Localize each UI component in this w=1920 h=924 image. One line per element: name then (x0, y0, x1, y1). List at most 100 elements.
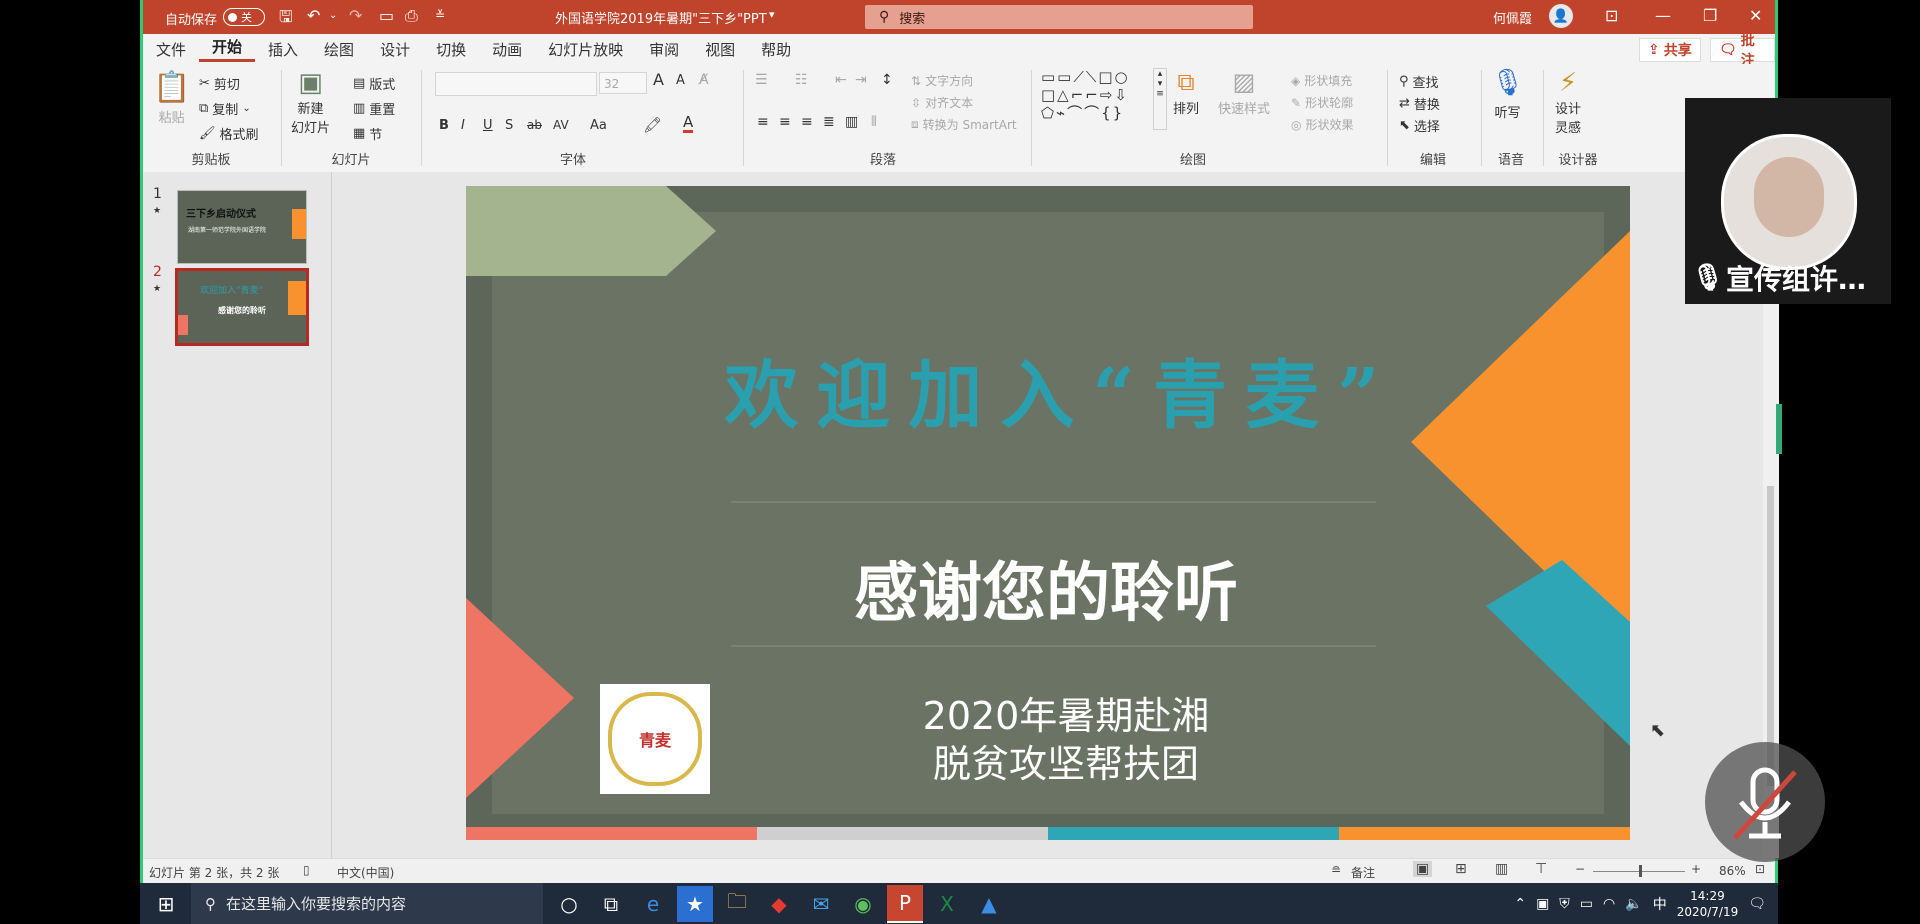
zoom-slider-thumb[interactable] (1639, 865, 1642, 877)
new-slide-button[interactable]: ▣ 新建 幻灯片 (291, 68, 330, 136)
font-color-icon[interactable]: A (683, 114, 694, 133)
design-ideas-button[interactable]: ⚡ 设计 灵感 (1555, 68, 1581, 136)
shape-effects-button[interactable]: ◎ 形状效果 (1291, 116, 1354, 133)
tab-draw[interactable]: 绘图 (311, 39, 367, 60)
tab-animations[interactable]: 动画 (479, 39, 535, 60)
text-shadow-button[interactable]: S (505, 118, 513, 133)
slideshow-icon[interactable]: ⊤ (1535, 861, 1547, 877)
meeting-app-icon[interactable]: ▲ (971, 886, 1007, 922)
underline-button[interactable]: U (483, 118, 493, 133)
align-left-icon[interactable]: ≡ (757, 114, 769, 130)
ribbon-display-options-icon[interactable]: ⊡ (1605, 6, 1618, 25)
bold-button[interactable]: B (439, 118, 449, 133)
start-from-beginning-icon[interactable]: ▭ (379, 6, 394, 25)
select-button[interactable]: ⬉ 选择 (1399, 116, 1440, 135)
shape-fill-button[interactable]: ◈ 形状填充 (1291, 72, 1352, 89)
slide-thumbnail-1[interactable]: 三下乡启动仪式 湖南第一师范学院外国语学院 (177, 190, 307, 264)
red-app-icon[interactable]: ◆ (761, 886, 797, 922)
zoom-in-icon[interactable]: + (1691, 862, 1701, 876)
strikethrough-button[interactable]: ab (527, 118, 542, 132)
tab-view[interactable]: 视图 (692, 39, 748, 60)
tray-app-icon[interactable]: ▣ (1536, 896, 1549, 912)
highlight-color-icon[interactable]: 🖍 (643, 116, 662, 134)
numbering-icon[interactable]: ☷ (795, 72, 808, 88)
increase-indent-icon[interactable]: ⇥ (855, 72, 867, 88)
clock[interactable]: 14:29 2020/7/19 (1677, 888, 1739, 920)
reset-button[interactable]: ▥ 重置 (353, 99, 395, 118)
edge-browser-icon[interactable]: e (635, 886, 671, 922)
character-spacing-button[interactable]: AV (553, 118, 569, 132)
battery-icon[interactable]: ▭ (1580, 896, 1593, 912)
comments-button[interactable]: 🗨 批注 (1710, 33, 1775, 69)
text-direction-button[interactable]: ⇅ 文字方向 (911, 72, 973, 89)
columns-icon[interactable]: ⫴ (871, 114, 877, 130)
undo-dropdown-icon[interactable]: ⌄ (329, 10, 337, 21)
paste-button[interactable]: 📋 粘贴 (153, 70, 190, 126)
decrease-indent-icon[interactable]: ⇤ (835, 72, 847, 88)
copy-button[interactable]: ⧉ 复制 ⌄ (199, 99, 251, 118)
copy-dropdown-icon[interactable]: ⌄ (242, 103, 250, 114)
minimize-icon[interactable]: — (1655, 6, 1671, 25)
tab-slideshow[interactable]: 幻灯片放映 (535, 39, 636, 60)
cortana-icon[interactable]: ○ (551, 886, 587, 922)
shrink-font-button[interactable]: A (676, 73, 685, 88)
volume-icon[interactable]: 🔈 (1625, 896, 1642, 912)
taskbar-search-box[interactable]: ⚲ 在这里输入你要搜索的内容 (191, 883, 543, 924)
mail-icon[interactable]: ✉ (803, 886, 839, 922)
redo-icon[interactable]: ↷ (349, 6, 362, 25)
ime-indicator[interactable]: 中 (1653, 894, 1667, 914)
tab-home[interactable]: 开始 (199, 36, 256, 62)
change-case-button[interactable]: Aa (590, 118, 607, 133)
shape-outline-button[interactable]: ✎ 形状轮廓 (1291, 94, 1353, 111)
green-app-icon[interactable]: ◉ (845, 886, 881, 922)
tab-review[interactable]: 审阅 (636, 39, 692, 60)
customize-toolbar-icon[interactable]: ≚ (435, 8, 445, 22)
clear-formatting-icon[interactable]: A̸ (699, 72, 709, 88)
print-preview-icon[interactable]: ⎙ (405, 6, 418, 26)
tab-help[interactable]: 帮助 (748, 39, 804, 60)
tray-chevron-icon[interactable]: ⌃ (1514, 896, 1526, 912)
distributed-icon[interactable]: ▥ (845, 114, 858, 130)
security-icon[interactable]: ⛨ (1559, 896, 1570, 912)
replace-button[interactable]: ⇄ 替换 (1399, 94, 1440, 113)
current-slide[interactable]: 欢迎加入“青麦” 感谢您的聆听 2020年暑期赴湘 脱贫攻坚帮扶团 青麦 (466, 186, 1630, 840)
section-button[interactable]: ▦ 节 (353, 124, 382, 143)
reading-view-icon[interactable]: ▥ (1495, 861, 1508, 877)
align-text-button[interactable]: ⇳ 对齐文本 (911, 94, 973, 111)
windows-start-icon[interactable]: ⊞ (148, 886, 184, 922)
user-avatar-icon[interactable]: 👤 (1549, 4, 1573, 28)
mute-button[interactable] (1705, 742, 1825, 862)
notification-icon[interactable]: 🗨 (1748, 896, 1766, 912)
accessibility-icon[interactable]: ▯ (303, 863, 310, 877)
tab-transitions[interactable]: 切换 (423, 39, 479, 60)
excel-icon[interactable]: X (929, 886, 965, 922)
slide-thumbnail-2[interactable]: 欢迎加入“青麦” 感谢您的聆听 (175, 268, 309, 346)
fit-to-window-icon[interactable]: ⊡ (1755, 862, 1765, 876)
grow-font-button[interactable]: A (653, 70, 664, 89)
line-spacing-icon[interactable]: ↕ (881, 72, 893, 88)
shapes-gallery-scroll[interactable]: ▴ ▾ ≡ (1153, 68, 1167, 130)
font-size-select[interactable]: 32 (599, 72, 647, 94)
arrange-button[interactable]: ⧉ 排列 (1173, 68, 1199, 117)
title-dropdown-icon[interactable]: ▾ (769, 8, 775, 21)
zoom-slider[interactable] (1593, 865, 1685, 877)
undo-icon[interactable]: ↶ (307, 6, 320, 25)
tab-file[interactable]: 文件 (143, 39, 199, 60)
align-right-icon[interactable]: ≡ (801, 114, 813, 130)
powerpoint-taskbar-icon[interactable]: P (887, 884, 923, 923)
shapes-gallery[interactable]: ▭▭⟋⟍□○ □△⌐⌐⇨⇩ ⬠⌁⌒⌒{} (1041, 68, 1153, 130)
file-explorer-icon[interactable]: 🗀 (719, 886, 755, 922)
slide-sorter-icon[interactable]: ⊞ (1455, 861, 1467, 877)
align-center-icon[interactable]: ≡ (779, 114, 791, 130)
justify-icon[interactable]: ≣ (823, 114, 835, 130)
restore-icon[interactable]: ❐ (1703, 6, 1717, 25)
cut-button[interactable]: ✂ 剪切 (199, 74, 240, 93)
layout-button[interactable]: ▤ 版式 (353, 74, 395, 93)
notes-button[interactable]: 备注 (1351, 864, 1375, 881)
zoom-level[interactable]: 86% (1719, 864, 1746, 878)
tab-insert[interactable]: 插入 (255, 39, 311, 60)
format-painter-button[interactable]: 🖌 格式刷 (199, 124, 259, 143)
search-input[interactable]: ⚲ 搜索 (865, 5, 1253, 29)
autosave-toggle[interactable]: 关 (223, 8, 265, 26)
dictate-button[interactable]: 🎙 听写 (1491, 68, 1524, 121)
